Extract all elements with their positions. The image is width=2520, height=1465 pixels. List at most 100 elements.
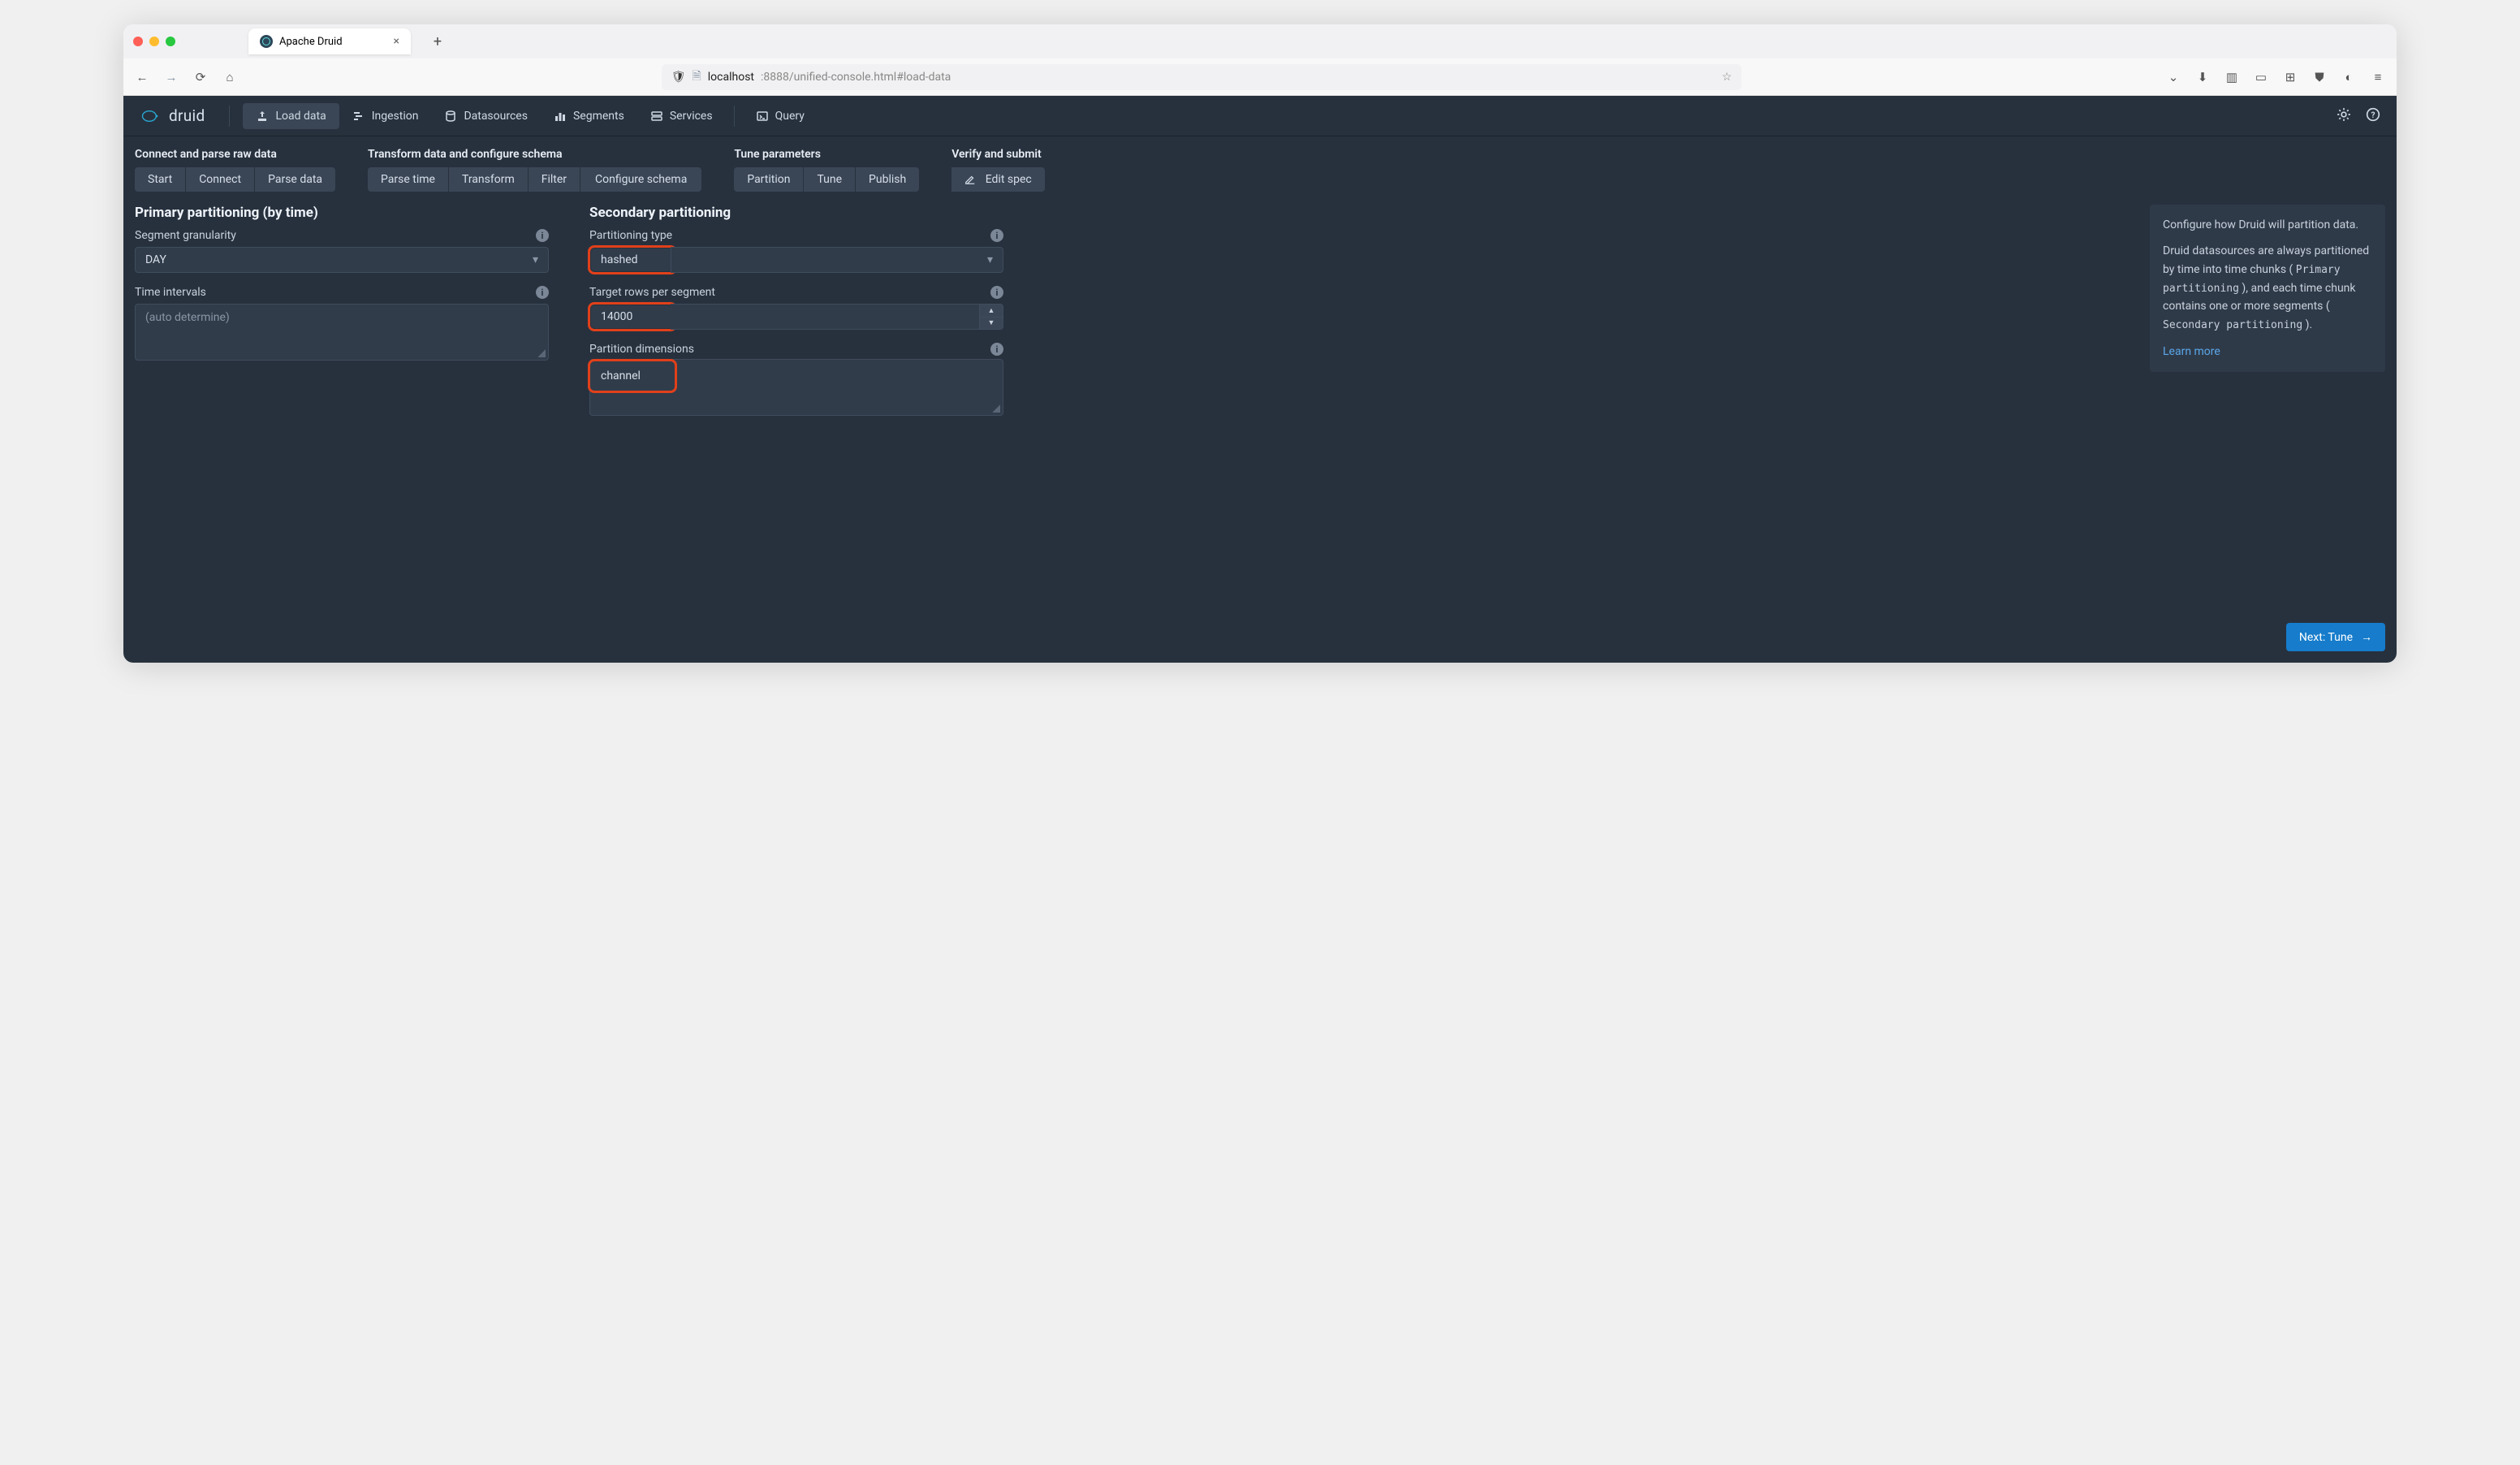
url-path: :8888/unified-console.html#load-data <box>761 71 951 84</box>
nav-label: Load data <box>275 110 326 123</box>
segment-granularity-select[interactable]: DAY ▾ <box>135 247 549 273</box>
druid-logo[interactable]: druid <box>140 106 205 125</box>
gantt-icon <box>352 110 365 123</box>
minimize-window-icon[interactable] <box>149 37 159 46</box>
nav-label: Segments <box>573 110 624 123</box>
stepper-down-button[interactable]: ▼ <box>979 317 1003 331</box>
help-icon[interactable]: ? <box>2366 107 2380 125</box>
shield-icon[interactable]: 🛡 <box>671 71 686 84</box>
stepgroup-connect-title: Connect and parse raw data <box>135 148 335 161</box>
time-intervals-textarea[interactable]: (auto determine) <box>135 304 549 361</box>
bookmark-icon[interactable]: ☆ <box>1722 71 1732 84</box>
new-tab-button[interactable]: + <box>427 31 448 52</box>
help-card: Configure how Druid will partition data.… <box>2150 205 2385 372</box>
chevron-down-icon: ▾ <box>987 253 993 266</box>
nav-ingestion[interactable]: Ingestion <box>339 103 432 129</box>
next-button[interactable]: Next: Tune → <box>2286 623 2385 651</box>
step-configure-schema[interactable]: Configure schema <box>580 167 701 192</box>
step-parse-time[interactable]: Parse time <box>368 167 448 192</box>
nav-label: Ingestion <box>372 110 419 123</box>
step-publish[interactable]: Publish <box>855 167 919 192</box>
step-tune[interactable]: Tune <box>803 167 855 192</box>
browser-tab[interactable]: Apache Druid × <box>248 28 411 54</box>
nav-label: Datasources <box>464 110 528 123</box>
page-info-icon[interactable]: 🗎 <box>693 67 701 87</box>
nav-load-data[interactable]: Load data <box>243 103 339 129</box>
step-parse-data[interactable]: Parse data <box>254 167 335 192</box>
nav-services[interactable]: Services <box>637 103 726 129</box>
tab-title: Apache Druid <box>279 36 343 48</box>
target-rows-input-ext[interactable] <box>671 304 979 330</box>
next-button-label: Next: Tune <box>2299 631 2353 644</box>
partition-dimensions-label: Partition dimensions <box>589 343 694 356</box>
info-icon[interactable]: i <box>990 286 1003 299</box>
window-controls <box>133 37 175 46</box>
partition-dimensions-textarea[interactable]: channel <box>591 362 674 390</box>
partitioning-type-select-ext[interactable]: ▾ <box>671 247 1003 273</box>
step-filter[interactable]: Filter <box>528 167 580 192</box>
stepgroup-verify-title: Verify and submit <box>951 148 1045 161</box>
time-intervals-label: Time intervals <box>135 286 206 299</box>
info-icon[interactable]: i <box>990 229 1003 242</box>
step-transform[interactable]: Transform <box>448 167 528 192</box>
tab-close-icon[interactable]: × <box>394 35 399 48</box>
nav-datasources[interactable]: Datasources <box>431 103 541 129</box>
upload-icon <box>256 110 269 123</box>
tab-favicon-icon <box>260 35 273 48</box>
learn-more-link[interactable]: Learn more <box>2163 345 2220 358</box>
forward-icon: → <box>164 70 179 84</box>
stepper-up-button[interactable]: ▲ <box>979 304 1003 317</box>
nav-label: Query <box>775 110 805 123</box>
nav-query[interactable]: Query <box>743 103 818 129</box>
step-label: Edit spec <box>986 173 1032 186</box>
partitioning-type-select[interactable]: hashed <box>591 248 674 271</box>
stepgroup-tune-title: Tune parameters <box>734 148 919 161</box>
back-icon[interactable]: ← <box>135 70 149 84</box>
step-connect[interactable]: Connect <box>185 167 254 192</box>
target-rows-label: Target rows per segment <box>589 286 715 299</box>
grid-icon[interactable]: ⊞ <box>2283 70 2298 84</box>
help-text-2: Druid datasources are always partitioned… <box>2163 242 2372 334</box>
url-host: localhost <box>708 71 754 84</box>
account-icon[interactable]: ◐ <box>2341 70 2356 84</box>
library-icon[interactable]: ▥ <box>2224 70 2239 84</box>
chevron-down-icon: ▾ <box>533 253 538 266</box>
url-bar[interactable]: 🛡 🗎 localhost :8888/unified-console.html#… <box>662 64 1742 90</box>
reader-icon[interactable]: ▭ <box>2254 70 2268 84</box>
menu-icon[interactable]: ≡ <box>2371 70 2385 84</box>
info-icon[interactable]: i <box>536 286 549 299</box>
help-text-1: Configure how Druid will partition data. <box>2163 216 2372 234</box>
step-edit-spec[interactable]: Edit spec <box>951 167 1045 192</box>
highlight-box: hashed <box>589 247 675 273</box>
partitioning-type-label: Partitioning type <box>589 229 672 242</box>
edit-icon <box>964 174 976 185</box>
workflow-stepbar: Connect and parse raw data Start Connect… <box>123 136 2397 200</box>
ublock-icon[interactable]: ⛊ <box>2312 70 2327 84</box>
highlight-box: channel <box>589 361 675 391</box>
segment-granularity-label: Segment granularity <box>135 229 236 242</box>
info-icon[interactable]: i <box>536 229 549 242</box>
select-value: DAY <box>145 253 166 266</box>
target-rows-input[interactable]: 14000 <box>591 305 674 328</box>
time-intervals-placeholder: (auto determine) <box>145 311 230 324</box>
input-value: 14000 <box>601 310 632 323</box>
info-icon[interactable]: i <box>990 343 1003 356</box>
stacked-chart-icon <box>554 110 567 123</box>
highlight-box: 14000 <box>589 304 675 330</box>
close-window-icon[interactable] <box>133 37 143 46</box>
reload-icon[interactable]: ⟳ <box>193 70 208 84</box>
select-value: hashed <box>601 253 638 266</box>
druid-logo-icon <box>140 108 162 124</box>
step-start[interactable]: Start <box>135 167 185 192</box>
downloads-icon[interactable]: ⬇ <box>2195 70 2210 84</box>
maximize-window-icon[interactable] <box>166 37 175 46</box>
step-partition[interactable]: Partition <box>734 167 803 192</box>
textarea-value: channel <box>601 369 641 382</box>
divider <box>734 106 735 127</box>
settings-icon[interactable] <box>2337 107 2351 125</box>
home-icon[interactable]: ⌂ <box>222 70 237 84</box>
secondary-partitioning-title: Secondary partitioning <box>589 205 1003 221</box>
pocket-icon[interactable]: ⌄ <box>2166 70 2181 84</box>
terminal-icon <box>756 110 769 123</box>
nav-segments[interactable]: Segments <box>541 103 637 129</box>
